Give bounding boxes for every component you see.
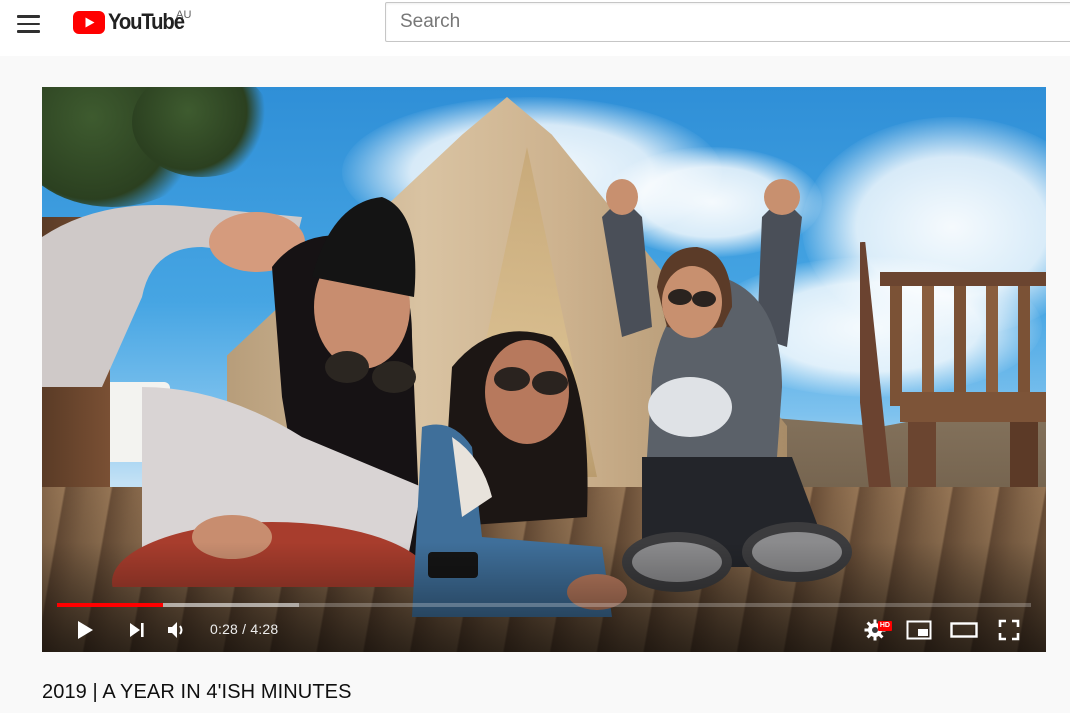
next-button[interactable] [122, 612, 152, 648]
country-code: AU [176, 9, 192, 21]
controls-gradient [42, 542, 1046, 652]
search-input[interactable] [385, 2, 1070, 42]
youtube-play-logo-icon [73, 10, 105, 34]
miniplayer-button[interactable] [904, 612, 934, 648]
hd-badge: HD [877, 621, 892, 631]
logo-text: YouTube [108, 9, 185, 34]
volume-icon [168, 622, 183, 638]
volume-button[interactable] [162, 612, 192, 648]
fullscreen-icon [998, 619, 1020, 641]
masthead: YouTube AU [0, 0, 1070, 56]
next-icon [130, 623, 144, 637]
theater-mode-icon [950, 622, 978, 638]
video-title: 2019 | A YEAR IN 4'ISH MINUTES [42, 681, 352, 703]
play-button[interactable] [70, 612, 100, 648]
hamburger-menu-icon[interactable] [10, 6, 46, 42]
settings-button[interactable]: HD [860, 612, 892, 648]
time-display: 0:28 / 4:28 [210, 621, 279, 637]
theater-mode-button[interactable] [948, 612, 980, 648]
progress-played [57, 603, 164, 607]
video-player[interactable]: 0:28 / 4:28 HD [42, 87, 1046, 652]
play-icon [78, 621, 93, 639]
progress-bar[interactable] [57, 603, 1031, 607]
youtube-logo[interactable]: YouTube [73, 9, 190, 35]
miniplayer-icon [906, 620, 932, 640]
fullscreen-button[interactable] [994, 612, 1024, 648]
